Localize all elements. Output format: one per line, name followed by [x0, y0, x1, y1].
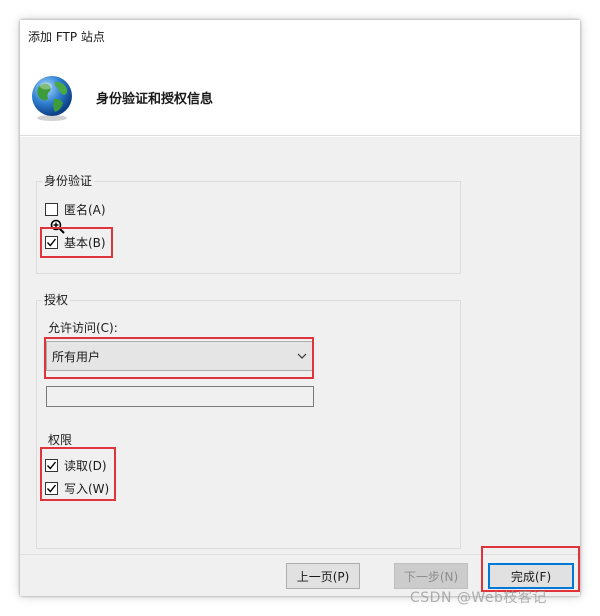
window-title: 添加 FTP 站点: [28, 30, 105, 44]
users-roles-input[interactable]: [46, 386, 314, 407]
allow-access-label: 允许访问(C):: [48, 321, 118, 335]
permissions-highlight: [40, 447, 116, 501]
content-area: 身份验证 匿名(A) 基本(B) 授权 允许访问(C): 所有用户 权限 读取(…: [20, 137, 580, 554]
authentication-group-label: 身份验证: [42, 172, 95, 189]
permissions-label: 权限: [48, 433, 73, 447]
globe-icon: [32, 76, 72, 121]
watermark: CSDN @Web枝客记: [410, 590, 547, 606]
next-button[interactable]: 下一步(N): [394, 563, 468, 589]
previous-button[interactable]: 上一页(P): [286, 563, 360, 589]
anonymous-checkbox[interactable]: 匿名(A): [45, 201, 106, 217]
basic-highlight: [40, 227, 113, 258]
anonymous-label: 匿名(A): [64, 202, 106, 217]
add-ftp-site-dialog: 添加 FTP 站点 身份验证和授权信息 身份验证 匿名(A) 基本(B) 授权 …: [20, 20, 580, 596]
authorization-group-label: 授权: [42, 291, 71, 308]
wizard-header: 身份验证和授权信息: [20, 50, 580, 136]
finish-highlight: [481, 546, 580, 592]
anonymous-checkbox-box[interactable]: [45, 202, 58, 216]
page-title: 身份验证和授权信息: [96, 92, 214, 107]
title-bar: 添加 FTP 站点: [20, 20, 580, 50]
allow-access-highlight: [44, 337, 314, 379]
